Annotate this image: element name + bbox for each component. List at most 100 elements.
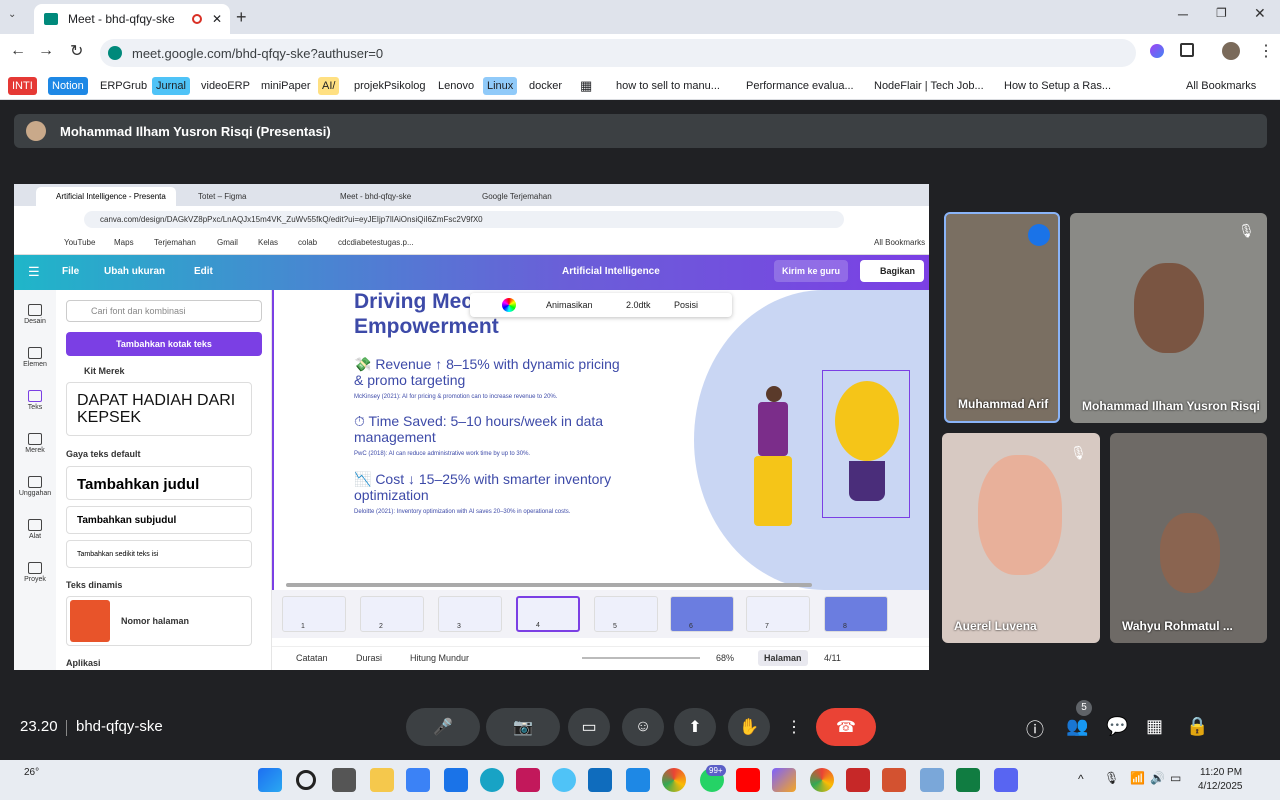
duration-label: 2.0dtk: [626, 300, 651, 310]
leave-call-button[interactable]: ☎: [816, 708, 876, 746]
chat-icon[interactable]: 💬: [1106, 716, 1128, 737]
app-icon-cross[interactable]: [920, 768, 944, 792]
captions-button[interactable]: ▭: [568, 708, 610, 746]
present-button[interactable]: ⬆: [674, 708, 716, 746]
teks-icon: [28, 390, 42, 402]
more-options-button[interactable]: ⋮: [778, 708, 810, 746]
element-toolbar: Animasikan 2.0dtk Posisi: [470, 293, 732, 317]
bookmark-jurnal[interactable]: Jurnal: [152, 77, 190, 95]
canva-resize: Ubah ukuran: [104, 266, 166, 277]
menu-kebab-icon[interactable]: ⋮: [1258, 41, 1274, 61]
people-icon[interactable]: 👥: [1066, 716, 1088, 737]
chrome-icon-2[interactable]: [810, 768, 834, 792]
excel-icon[interactable]: [956, 768, 980, 792]
edge-icon[interactable]: [480, 768, 504, 792]
youtube-icon[interactable]: [736, 768, 760, 792]
bookmark-docker[interactable]: docker: [525, 77, 566, 95]
unggahan-icon: [28, 476, 42, 488]
clock-date[interactable]: 4/12/2025: [1198, 781, 1243, 792]
mic-button[interactable]: 🎤: [406, 708, 480, 746]
brand-sample: DAPAT HADIAH DARI KEPSEK: [66, 382, 252, 436]
meet-favicon-icon: [44, 13, 58, 25]
app-icon-l[interactable]: [444, 768, 468, 792]
meeting-time: 23.20: [20, 718, 58, 735]
new-tab-button[interactable]: +: [236, 7, 247, 28]
bookmark-lenovo[interactable]: Lenovo: [434, 77, 478, 95]
tray-chevron-icon[interactable]: ^: [1078, 772, 1084, 786]
address-bar[interactable]: meet.google.com/bhd-qfqy-ske?authuser=0: [100, 39, 1136, 67]
site-info-icon[interactable]: [108, 46, 122, 60]
extensions-puzzle-icon[interactable]: [1180, 43, 1194, 57]
reload-icon[interactable]: ↻: [70, 41, 83, 61]
bookmark-notion[interactable]: Notion: [48, 77, 88, 95]
activities-icon[interactable]: ▦: [1146, 716, 1163, 737]
windows-start-icon[interactable]: [258, 768, 282, 792]
back-icon[interactable]: ←: [10, 42, 26, 60]
tab-strip: ⌄ Meet - bhd-qfqy-ske ✕ + ─ ❐ ✕: [0, 0, 1280, 34]
source-deloitte: Deloitte (2021): Inventory optimization …: [354, 509, 571, 515]
apps-grid-icon[interactable]: ▦: [576, 77, 596, 95]
copilot-icon[interactable]: [772, 768, 796, 792]
page-number-thumb: [70, 600, 110, 642]
host-controls-icon[interactable]: 🔒: [1186, 716, 1208, 737]
participant-name: Mohammad Ilham Yusron Risqi: [1082, 399, 1260, 413]
minimize-button[interactable]: ─: [1178, 6, 1188, 22]
info-icon[interactable]: ⓘ: [1026, 716, 1044, 742]
forward-icon[interactable]: →: [38, 42, 54, 60]
battery-icon[interactable]: ▭: [1170, 771, 1181, 785]
discord-icon[interactable]: [994, 768, 1018, 792]
search-icon[interactable]: [296, 770, 316, 790]
tile-wahyu[interactable]: Wahyu Rohmatul ...: [1110, 433, 1267, 643]
chrome-icon[interactable]: [662, 768, 686, 792]
vscode-icon[interactable]: [626, 768, 650, 792]
tray-mic-icon[interactable]: 🎙: [1104, 771, 1119, 785]
close-window-button[interactable]: ✕: [1254, 5, 1266, 22]
maximize-button[interactable]: ❐: [1216, 6, 1227, 20]
bookmark-ai[interactable]: AI/: [318, 77, 340, 95]
clock-time[interactable]: 11:20 PM: [1200, 767, 1242, 778]
bookmark-performance[interactable]: Performance evalua...: [742, 77, 858, 95]
bookmark-projekpsikolog[interactable]: projekPsikolog: [350, 77, 430, 95]
close-icon[interactable]: ✕: [212, 12, 222, 26]
emoji-button[interactable]: ☺: [622, 708, 664, 746]
outlook-icon[interactable]: [588, 768, 612, 792]
tab-search-icon[interactable]: ⌄: [8, 9, 24, 25]
bookmark-nodeflair[interactable]: NodeFlair | Tech Job...: [870, 77, 988, 95]
thumb-3: 3: [438, 596, 502, 632]
inner-bookmarks-bar: [14, 233, 929, 255]
bookmark-linux[interactable]: Linux: [483, 77, 518, 95]
wifi-icon[interactable]: 📶: [1130, 771, 1145, 785]
tile-muhammad-arif[interactable]: Muhammad Arif: [944, 212, 1060, 423]
vs-icon[interactable]: [516, 768, 540, 792]
bookmark-inti[interactable]: INTI: [8, 77, 37, 95]
task-view-icon[interactable]: [332, 768, 356, 792]
thumb-4-active: 4: [516, 596, 580, 632]
tile-auerel-luvena[interactable]: 🎙 Auerel Luvena: [942, 433, 1100, 643]
bookmark-erpgrub[interactable]: ERPGrub: [96, 77, 151, 95]
bookmark-how-to-sell[interactable]: how to sell to manu...: [612, 77, 724, 95]
merek-icon: [28, 433, 42, 445]
store-icon[interactable]: [406, 768, 430, 792]
extension-icon[interactable]: [1150, 44, 1164, 58]
rail-teks: Teks: [14, 390, 56, 411]
bookmark-how-to-setup[interactable]: How to Setup a Ras...: [1000, 77, 1115, 95]
all-bookmarks[interactable]: All Bookmarks: [1182, 77, 1260, 95]
pdf-icon[interactable]: [846, 768, 870, 792]
add-textbox-button: Tambahkan kotak teks: [66, 332, 262, 356]
app-icon-round[interactable]: [552, 768, 576, 792]
thumb-1: 1: [282, 596, 346, 632]
camera-button[interactable]: 📷: [486, 708, 560, 746]
profile-avatar[interactable]: [1222, 42, 1240, 60]
slide-title-2: Empowerment: [354, 315, 499, 338]
raise-hand-button[interactable]: ✋: [728, 708, 770, 746]
bookmark-minipaper[interactable]: miniPaper: [257, 77, 315, 95]
powerpoint-icon[interactable]: [882, 768, 906, 792]
participant-name: Muhammad Arif: [958, 397, 1049, 411]
tile-mohammad-ilham[interactable]: 🎙 Mohammad Ilham Yusron Risqi: [1070, 213, 1267, 423]
file-explorer-icon[interactable]: [370, 768, 394, 792]
zoom-label: 68%: [716, 653, 735, 663]
thumb-5: 5: [594, 596, 658, 632]
bookmark-videoerp[interactable]: videoERP: [197, 77, 254, 95]
volume-icon[interactable]: 🔊: [1150, 771, 1165, 785]
tab-meet[interactable]: Meet - bhd-qfqy-ske ✕: [34, 4, 230, 34]
